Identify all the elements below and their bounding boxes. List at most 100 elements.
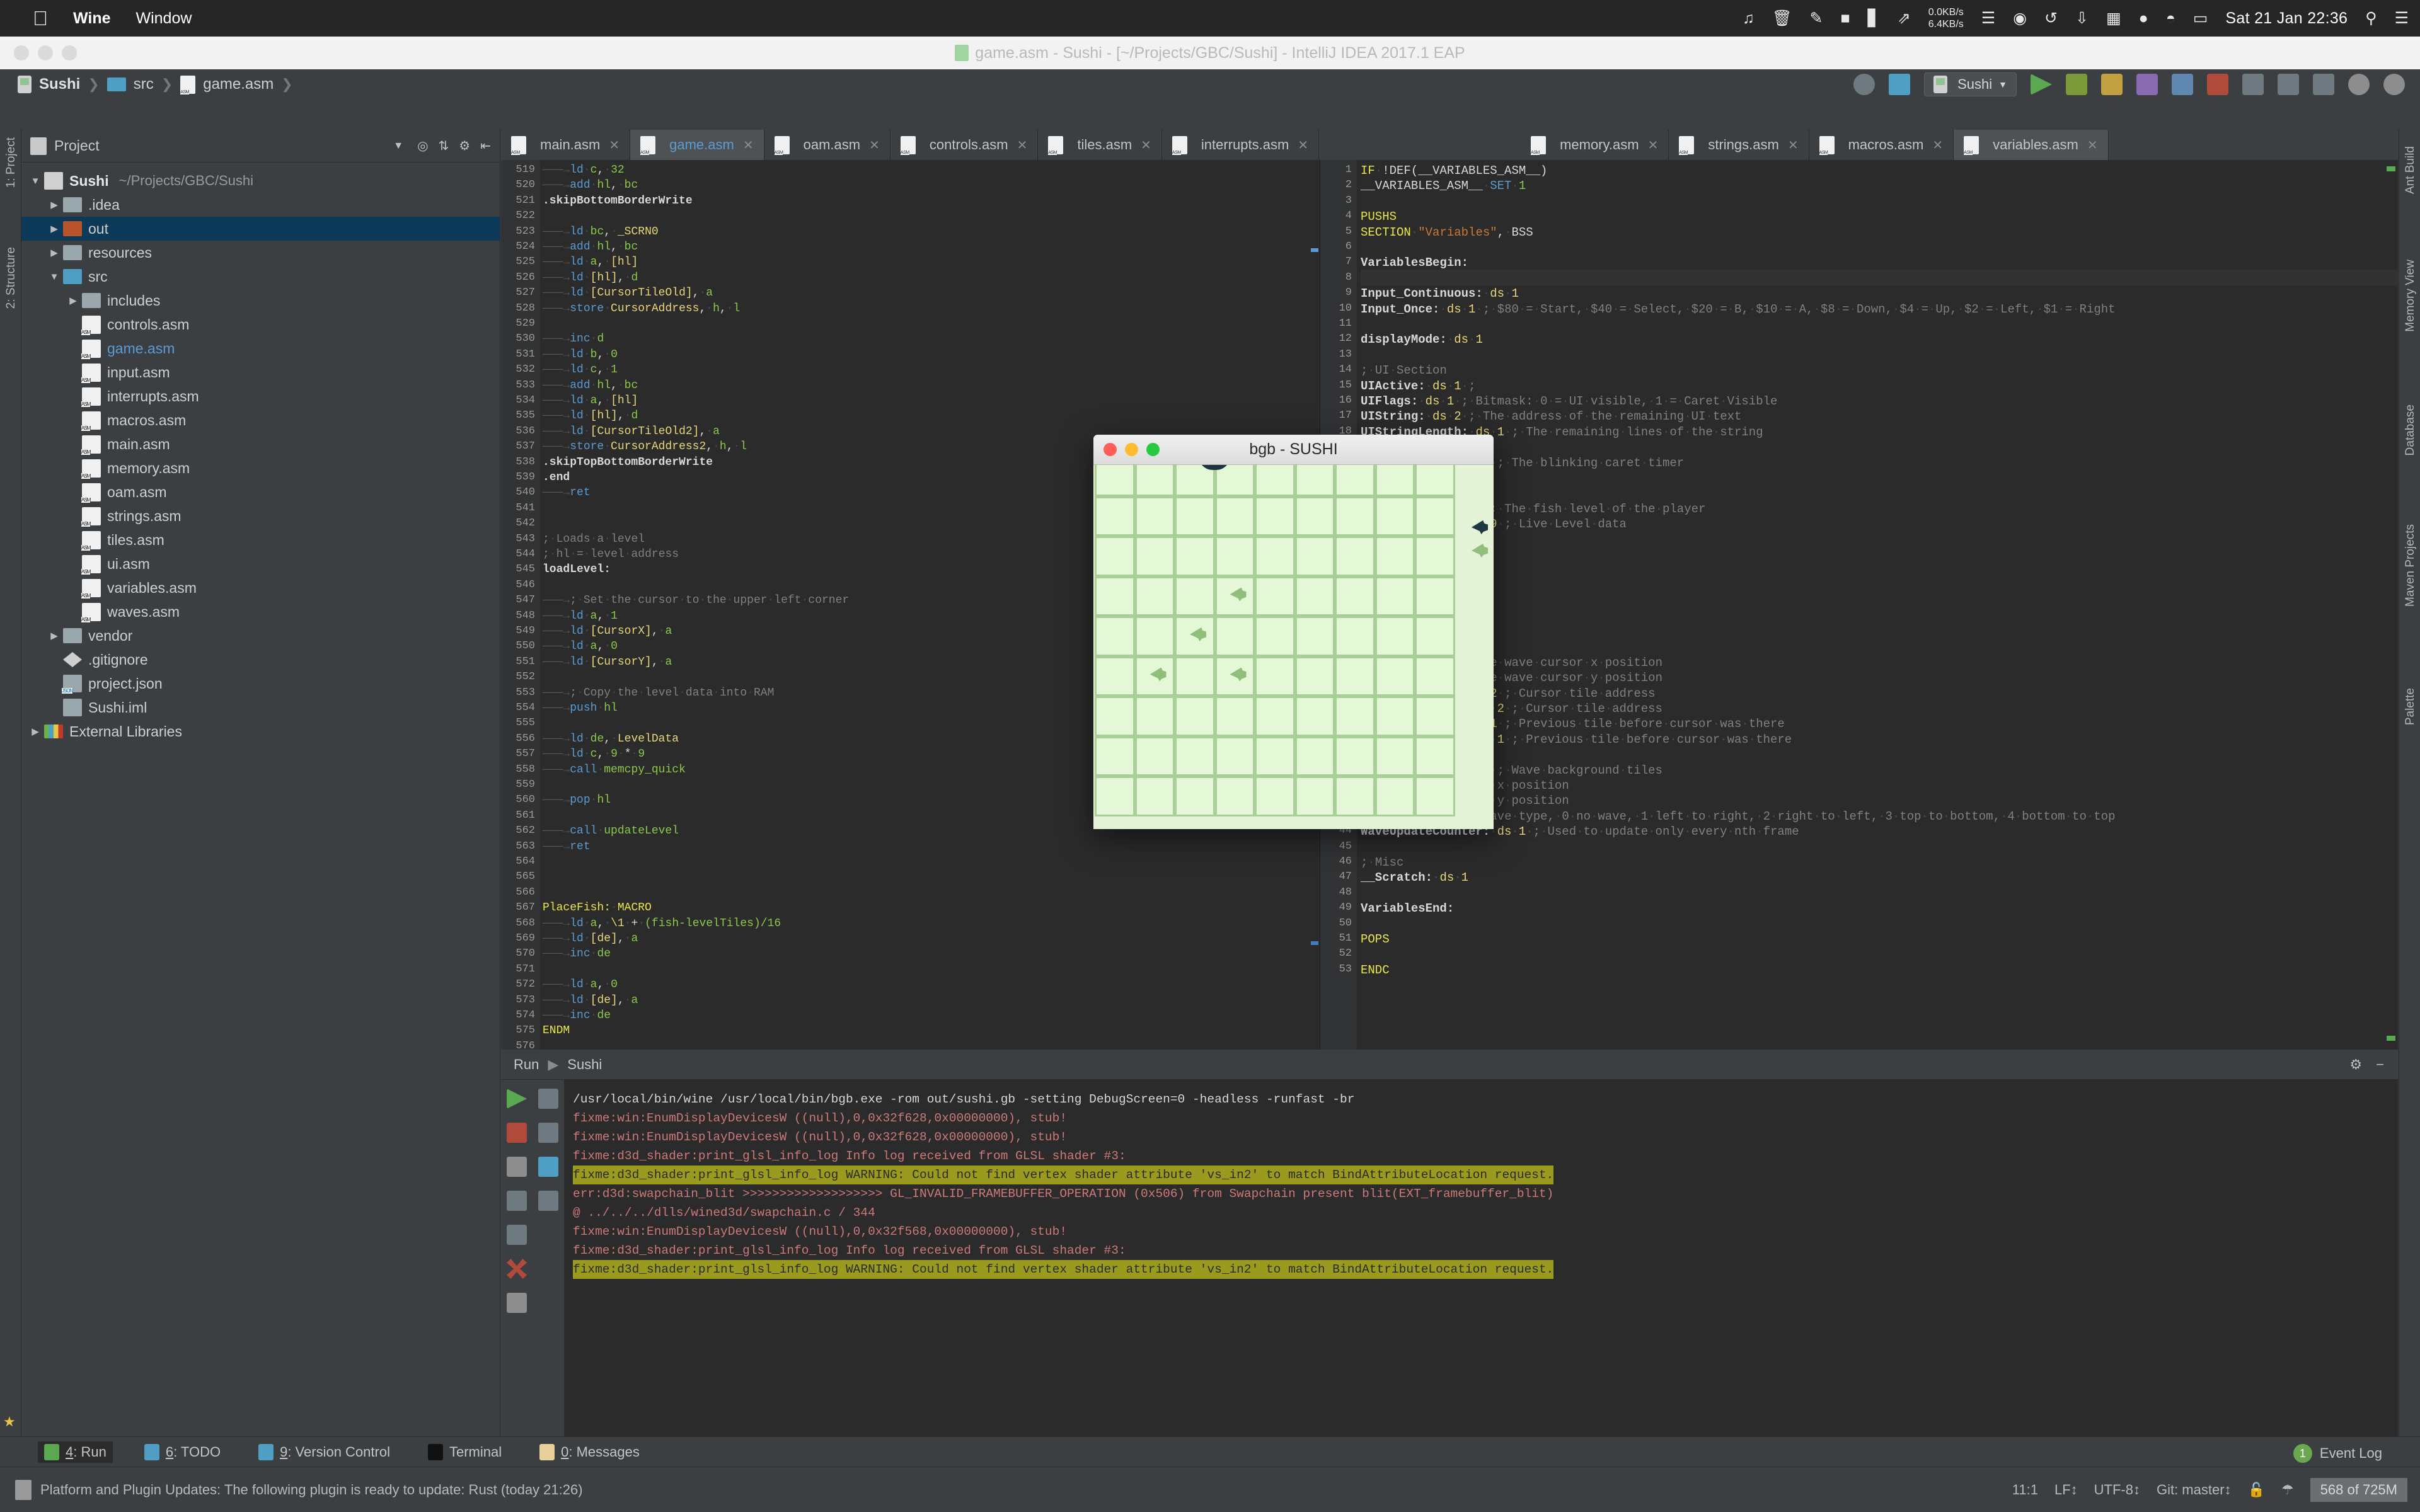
vcs-commit-icon[interactable] bbox=[2278, 74, 2299, 95]
broom-icon[interactable]: 🗑 bbox=[1772, 10, 1792, 26]
tree-item-includes[interactable]: ▶ includes bbox=[21, 289, 500, 312]
stop-button[interactable] bbox=[2207, 74, 2228, 95]
locate-icon[interactable]: ◎ bbox=[417, 138, 428, 154]
tree-item-sushi[interactable]: ▼ Sushi ~/Projects/GBC/Sushi bbox=[21, 169, 500, 193]
caret-position[interactable]: 11:1 bbox=[2012, 1482, 2038, 1498]
grid-cell[interactable] bbox=[1255, 616, 1295, 656]
inspector-icon[interactable]: ☂ bbox=[2281, 1482, 2294, 1498]
tree-item-input-asm[interactable]: input.asm bbox=[21, 360, 500, 384]
grid-cell[interactable] bbox=[1255, 696, 1295, 736]
close-icon[interactable]: ✕ bbox=[1017, 137, 1028, 153]
bgb-game-screen[interactable] bbox=[1093, 465, 1494, 829]
grid-cell[interactable] bbox=[1214, 696, 1255, 736]
code-line[interactable]: ———→ld·a,·0 bbox=[543, 640, 618, 653]
tree-item-sushi-iml[interactable]: Sushi.iml bbox=[21, 696, 500, 719]
grid-cell[interactable] bbox=[1415, 536, 1455, 576]
code-line[interactable]: .skipBottomBorderWrite bbox=[543, 195, 693, 207]
grid-cell[interactable] bbox=[1415, 776, 1455, 816]
close-icon[interactable]: ✕ bbox=[1788, 137, 1799, 153]
settings-icon[interactable] bbox=[2383, 74, 2405, 95]
editor-tab-oam-asm[interactable]: oam.asm ✕ bbox=[764, 130, 890, 160]
rerun-button[interactable] bbox=[507, 1089, 527, 1109]
code-line[interactable]: PUSHS bbox=[1361, 210, 1397, 224]
scroll-down-button[interactable] bbox=[538, 1123, 558, 1143]
code-line[interactable]: ———→ld·a,·1 bbox=[543, 610, 618, 622]
git-branch[interactable]: Git: master↕ bbox=[2157, 1482, 2232, 1498]
memory-indicator[interactable]: 568 of 725M bbox=[2310, 1477, 2407, 1502]
code-content-variables-asm[interactable]: IF·!DEF(__VARIABLES_ASM__) __VARIABLES_AS… bbox=[1361, 160, 2398, 1050]
code-line[interactable]: ———→;·Copy·the·level·data·into·RAM bbox=[543, 687, 774, 699]
volume-icon[interactable]: ♫ bbox=[1743, 10, 1754, 26]
run-button[interactable] bbox=[2031, 74, 2052, 95]
grid-cell[interactable] bbox=[1255, 736, 1295, 776]
code-line[interactable]: ———→ld·a,·[hl] bbox=[543, 256, 638, 268]
usb-icon[interactable]: ● bbox=[2139, 10, 2148, 26]
grid-cell[interactable] bbox=[1255, 536, 1295, 576]
tree-item-out[interactable]: ▶ out bbox=[21, 217, 500, 241]
code-line[interactable]: __Scratch:·ds·1 bbox=[1361, 871, 1468, 885]
tree-twisty-icon[interactable]: ▶ bbox=[45, 630, 63, 641]
calculator-icon[interactable]: ▦ bbox=[2106, 10, 2121, 26]
editor-tab-tiles-asm[interactable]: tiles.asm ✕ bbox=[1038, 130, 1162, 160]
help-button[interactable] bbox=[507, 1293, 527, 1313]
bottom-tab-terminal[interactable]: Terminal bbox=[422, 1441, 508, 1463]
gear-icon[interactable]: ⚙ bbox=[2349, 1057, 2362, 1073]
notification-icon[interactable] bbox=[15, 1479, 32, 1500]
grid-cell[interactable] bbox=[1415, 616, 1455, 656]
editor-tab-bar[interactable]: main.asm✕game.asm✕oam.asm✕controls.asm✕t… bbox=[501, 130, 2398, 160]
stats-icon[interactable]: ☰ bbox=[1981, 10, 1995, 26]
close-icon[interactable]: ✕ bbox=[869, 137, 880, 153]
gear-icon[interactable]: ⚙ bbox=[459, 138, 470, 154]
code-line[interactable]: ———→inc·de bbox=[543, 948, 611, 960]
grid-cell[interactable] bbox=[1335, 465, 1375, 496]
tree-item-oam-asm[interactable]: oam.asm bbox=[21, 480, 500, 504]
grid-cell[interactable] bbox=[1335, 736, 1375, 776]
code-line[interactable]: ———→ret bbox=[543, 840, 591, 853]
code-line[interactable]: POPS bbox=[1361, 932, 1390, 946]
grid-cell[interactable] bbox=[1095, 465, 1135, 496]
grid-cell[interactable] bbox=[1095, 576, 1135, 616]
code-line[interactable]: ———→ld·c,·9·*·9 bbox=[543, 748, 645, 760]
grid-cell[interactable] bbox=[1374, 616, 1415, 656]
code-line[interactable]: UIFlags:·ds·1·;·Bitmask:·0·=·UI·visible,… bbox=[1361, 394, 1777, 408]
close-icon[interactable] bbox=[1103, 443, 1117, 456]
sidebar-item-palette[interactable]: Palette bbox=[2399, 684, 2420, 729]
code-line[interactable]: Input_Once:·ds·1·;·$80·=·Start,·$40·=·Se… bbox=[1361, 302, 2116, 316]
tree-item-resources[interactable]: ▶ resources bbox=[21, 241, 500, 265]
grid-cell[interactable] bbox=[1335, 696, 1375, 736]
sidebar-item-ant-build[interactable]: Ant Build bbox=[2399, 142, 2420, 198]
editor-tab-interrupts-asm[interactable]: interrupts.asm ✕ bbox=[1162, 130, 1320, 160]
grid-cell[interactable] bbox=[1294, 576, 1335, 616]
close-icon[interactable]: ✕ bbox=[1648, 137, 1659, 153]
code-line[interactable]: __VARIABLES_ASM__·SET·1 bbox=[1361, 179, 1526, 193]
code-line[interactable]: ———→ld·a,·0 bbox=[543, 978, 618, 991]
grid-cell[interactable] bbox=[1214, 776, 1255, 816]
grid-cell[interactable] bbox=[1134, 776, 1175, 816]
update-icon[interactable] bbox=[1889, 74, 1911, 95]
grid-cell[interactable] bbox=[1374, 496, 1415, 536]
breadcrumb-item-file[interactable]: game.asm bbox=[203, 76, 274, 93]
grid-cell[interactable] bbox=[1134, 696, 1175, 736]
grid-cell[interactable] bbox=[1214, 736, 1255, 776]
tree-item-game-asm[interactable]: game.asm bbox=[21, 336, 500, 360]
code-line[interactable]: ———→ld·[hl],·d bbox=[543, 410, 638, 422]
bottom-tab-todo[interactable]: 6: TODO bbox=[138, 1441, 227, 1463]
tree-twisty-icon[interactable]: ▶ bbox=[26, 726, 44, 737]
code-line[interactable]: ———→add·hl,·bc bbox=[543, 379, 638, 392]
chevron-down-icon[interactable]: ▼ bbox=[393, 140, 403, 152]
code-line[interactable]: ———→push·hl bbox=[543, 702, 618, 714]
code-line[interactable]: PlaceFish:·MACRO bbox=[543, 902, 652, 914]
tree-item-controls-asm[interactable]: controls.asm bbox=[21, 312, 500, 336]
stop-button[interactable] bbox=[507, 1123, 527, 1143]
grid-cell[interactable] bbox=[1134, 736, 1175, 776]
grid-cell[interactable] bbox=[1175, 696, 1215, 736]
code-line[interactable]: ———→store·CursorAddress,·h,·l bbox=[543, 302, 740, 315]
grid-cell[interactable] bbox=[1214, 616, 1255, 656]
grid-cell[interactable] bbox=[1374, 696, 1415, 736]
sidebar-item-structure[interactable]: 2: Structure bbox=[0, 243, 23, 312]
grid-cell[interactable] bbox=[1415, 576, 1455, 616]
grid-cell[interactable] bbox=[1374, 465, 1415, 496]
grid-cell[interactable] bbox=[1335, 496, 1375, 536]
hide-icon[interactable]: − bbox=[2376, 1057, 2384, 1073]
airplay-icon[interactable]: ▭ bbox=[2193, 10, 2208, 26]
